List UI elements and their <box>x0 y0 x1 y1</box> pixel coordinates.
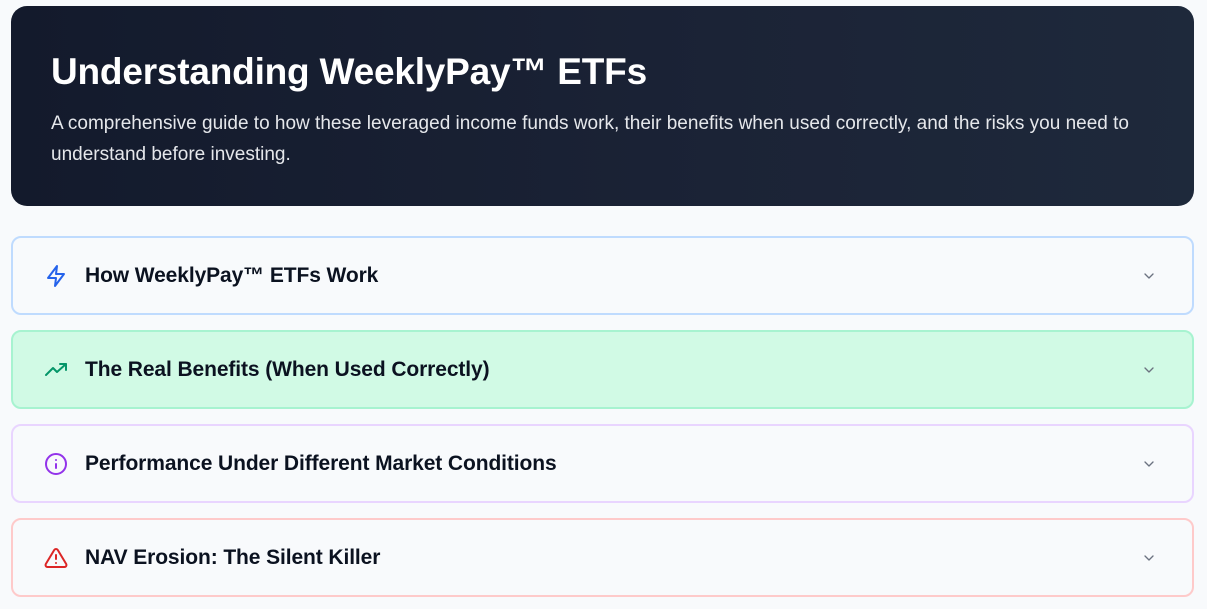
accordion-how-etfs-work[interactable]: How WeeklyPay™ ETFs Work <box>11 236 1194 315</box>
page-title: Understanding WeeklyPay™ ETFs <box>51 51 647 92</box>
accordion-real-benefits[interactable]: The Real Benefits (When Used Correctly) <box>11 330 1194 409</box>
accordion-market-performance[interactable]: Performance Under Different Market Condi… <box>11 424 1194 503</box>
chevron-down-icon[interactable] <box>1139 266 1159 286</box>
trending-up-icon <box>43 357 69 383</box>
hero-banner: Understanding WeeklyPay™ ETFs A comprehe… <box>11 6 1194 206</box>
lightning-bolt-icon <box>43 263 69 289</box>
info-circle-icon <box>43 451 69 477</box>
page-subtitle: A comprehensive guide to how these lever… <box>51 113 1129 165</box>
accordion-nav-erosion[interactable]: NAV Erosion: The Silent Killer <box>11 518 1194 597</box>
accordion-label: The Real Benefits (When Used Correctly) <box>85 357 490 381</box>
chevron-down-icon[interactable] <box>1139 548 1159 568</box>
chevron-down-icon[interactable] <box>1139 454 1159 474</box>
accordion-label: Performance Under Different Market Condi… <box>85 451 557 475</box>
accordion-list: How WeeklyPay™ ETFs Work The Real Benefi… <box>11 236 1194 597</box>
warning-triangle-icon <box>43 545 69 571</box>
page: Understanding WeeklyPay™ ETFs A comprehe… <box>0 0 1207 609</box>
chevron-down-icon[interactable] <box>1139 360 1159 380</box>
accordion-label: NAV Erosion: The Silent Killer <box>85 545 381 569</box>
accordion-label: How WeeklyPay™ ETFs Work <box>85 263 379 287</box>
